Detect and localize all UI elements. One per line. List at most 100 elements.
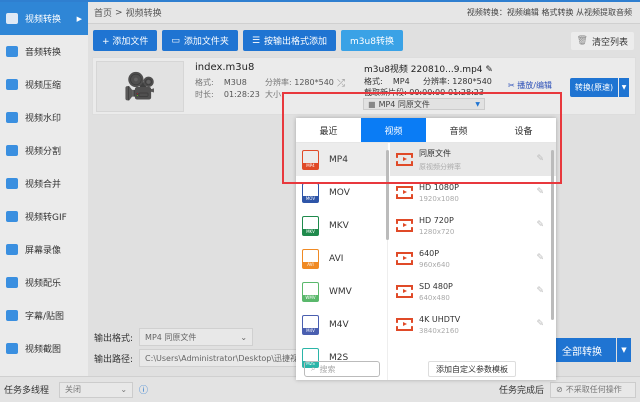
clear-list-button[interactable]: 🗑 清空列表 bbox=[570, 32, 634, 50]
preset-item[interactable]: 4K Full Aperture✎ bbox=[390, 341, 556, 347]
format-item[interactable]: MKV MKV bbox=[296, 209, 387, 242]
format-item[interactable]: MP4 MP4 bbox=[296, 143, 387, 176]
breadcrumb-sep: > bbox=[115, 7, 123, 18]
preset-item[interactable]: HD 720P 1280x720 ✎ bbox=[390, 209, 556, 242]
dropdown-arrow-icon: ▼ bbox=[475, 100, 480, 108]
sidebar-item-icon bbox=[6, 277, 18, 288]
sidebar-item[interactable]: 视频截图 bbox=[0, 332, 88, 365]
format-value: M3U8 bbox=[223, 78, 247, 87]
format-name: MKV bbox=[329, 220, 349, 231]
format-item[interactable]: M4V M4V bbox=[296, 308, 387, 341]
output-path-field[interactable]: C:\Users\Administrator\Desktop\迅捷视频转换 bbox=[139, 349, 300, 367]
preset-item[interactable]: SD 480P 640x480 ✎ bbox=[390, 275, 556, 308]
file-item: 🎥 index.m3u8 格式: M3U8 分辨率: 1280*540 时长: … bbox=[92, 57, 636, 115]
preset-resolution: 960x640 bbox=[419, 260, 450, 269]
search-icon: ⌕ bbox=[311, 364, 316, 373]
sidebar-item[interactable]: 视频转GIF bbox=[0, 200, 88, 233]
sidebar-item[interactable]: 视频转换 ▶ bbox=[0, 2, 88, 35]
preset-item[interactable]: 同原文件 原视频分辨率 ✎ bbox=[390, 143, 556, 176]
add-custom-template-button[interactable]: 添加自定义参数模板 bbox=[428, 361, 516, 377]
sidebar-item-label: 视频转换 bbox=[25, 15, 62, 25]
trash-icon: 🗑 bbox=[576, 36, 588, 46]
convert-dropdown-icon[interactable]: ▼ bbox=[619, 78, 629, 97]
convert-all-button[interactable]: 全部转换 bbox=[548, 338, 616, 362]
m3u8-convert-button[interactable]: m3u8转换 bbox=[341, 30, 403, 51]
format-name: M4V bbox=[329, 319, 349, 330]
sidebar-item-icon bbox=[6, 79, 18, 90]
output-format-dropdown[interactable]: MP4 同原文件 ⌄ bbox=[139, 328, 254, 346]
sidebar-item[interactable]: 视频合并 bbox=[0, 167, 88, 200]
add-by-format-button[interactable]: ☰ 按输出格式添加 bbox=[242, 30, 337, 51]
format-label: 格式: bbox=[195, 78, 214, 87]
multithread-label: 任务多线程 bbox=[4, 386, 50, 396]
preset-item[interactable]: HD 1080P 1920x1080 ✎ bbox=[390, 176, 556, 209]
search-placeholder: 搜索 bbox=[319, 364, 336, 374]
duration-value: 01:28:23 bbox=[223, 90, 260, 99]
after-task-label: 任务完成后 bbox=[498, 386, 544, 396]
add-file-button[interactable]: + 添加文件 bbox=[93, 30, 158, 51]
breadcrumb-home[interactable]: 首页 bbox=[94, 6, 112, 19]
play-edit-link[interactable]: ✂ 播放/编辑 bbox=[508, 80, 552, 91]
edit-icon[interactable]: ✎ bbox=[536, 220, 544, 230]
after-task-value: 不采取任何操作 bbox=[565, 385, 622, 394]
multithread-value: 关闭 bbox=[65, 385, 82, 394]
pencil-icon[interactable]: ✎ bbox=[485, 65, 493, 75]
sidebar-item[interactable]: 视频压缩 bbox=[0, 68, 88, 101]
chevron-down-icon: ⌄ bbox=[240, 332, 248, 342]
output-path-row: 输出路径: C:\Users\Administrator\Desktop\迅捷视… bbox=[94, 349, 300, 367]
edit-icon[interactable]: ✎ bbox=[536, 319, 544, 329]
sidebar-item-icon bbox=[6, 112, 18, 123]
format-name: AVI bbox=[329, 253, 344, 264]
edit-icon[interactable]: ✎ bbox=[536, 187, 544, 197]
sidebar-item-label: 音频转换 bbox=[25, 48, 62, 58]
add-folder-button[interactable]: ▭ 添加文件夹 bbox=[162, 30, 238, 51]
file-format-icon: WMV bbox=[302, 281, 319, 302]
scissors-icon: ✂ bbox=[508, 81, 515, 90]
format-search-input[interactable]: ⌕ 搜索 bbox=[304, 361, 380, 377]
preset-item[interactable]: 640P 960x640 ✎ bbox=[390, 242, 556, 275]
sidebar-item-icon bbox=[6, 178, 18, 189]
output-filename-text: m3u8视频 220810...9.mp4 bbox=[364, 65, 483, 75]
tab-0[interactable]: 最近 bbox=[296, 118, 361, 142]
output-format: 格式: MP4 bbox=[364, 76, 410, 87]
edit-icon[interactable]: ✎ bbox=[536, 286, 544, 296]
format-item[interactable]: AVI AVI bbox=[296, 242, 387, 275]
output-filename[interactable]: m3u8视频 220810...9.mp4 ✎ bbox=[364, 62, 493, 75]
sidebar-item[interactable]: 音频转换 bbox=[0, 35, 88, 68]
tab-2[interactable]: 音频 bbox=[426, 118, 491, 142]
shuffle-icon: ⤮ bbox=[337, 78, 345, 89]
out-res-value: 1280*540 bbox=[452, 77, 492, 86]
multithread-select[interactable]: 关闭 ⌄ bbox=[59, 381, 134, 398]
video-film-icon bbox=[396, 318, 413, 331]
preset-list-scrollbar[interactable] bbox=[551, 150, 554, 320]
convert-button[interactable]: 转换(原速) bbox=[570, 78, 618, 97]
sidebar-item[interactable]: 视频分割 bbox=[0, 134, 88, 167]
chevron-right-icon: ▶ bbox=[76, 14, 82, 23]
tab-1[interactable]: 视频 bbox=[361, 118, 426, 142]
video-film-icon bbox=[396, 252, 413, 265]
file-format-icon: MP4 bbox=[302, 149, 319, 170]
sidebar-item-icon bbox=[6, 46, 18, 57]
format-item[interactable]: WMV WMV bbox=[296, 275, 387, 308]
format-select-value: MP4 同原文件 bbox=[378, 99, 430, 109]
file-format-icon: MOV bbox=[302, 182, 319, 203]
format-item[interactable]: MOV MOV bbox=[296, 176, 387, 209]
preset-item[interactable]: 4K UHDTV 3840x2160 ✎ bbox=[390, 308, 556, 341]
sidebar-item[interactable]: 视频配乐 bbox=[0, 266, 88, 299]
output-format-row: 输出格式: MP4 同原文件 ⌄ bbox=[94, 328, 254, 346]
sidebar-item[interactable]: 视频水印 bbox=[0, 101, 88, 134]
format-name: MOV bbox=[329, 187, 350, 198]
edit-icon[interactable]: ✎ bbox=[536, 253, 544, 263]
convert-all-dropdown-icon[interactable]: ▼ bbox=[617, 338, 631, 362]
output-format-select[interactable]: ■ MP4 同原文件 ▼ bbox=[363, 98, 485, 110]
info-icon[interactable]: ⓘ bbox=[139, 383, 148, 396]
format-list-scrollbar[interactable] bbox=[386, 150, 389, 240]
after-task-select[interactable]: ⊘ 不采取任何操作 bbox=[550, 381, 636, 398]
sidebar-item[interactable]: 屏幕录像 bbox=[0, 233, 88, 266]
sidebar-item[interactable]: 字幕/贴图 bbox=[0, 299, 88, 332]
play-edit-label: 播放/编辑 bbox=[517, 81, 552, 90]
output-format-value: MP4 同原文件 bbox=[145, 332, 197, 342]
sidebar-item-icon bbox=[6, 310, 18, 321]
tab-3[interactable]: 设备 bbox=[491, 118, 556, 142]
edit-icon[interactable]: ✎ bbox=[536, 154, 544, 164]
